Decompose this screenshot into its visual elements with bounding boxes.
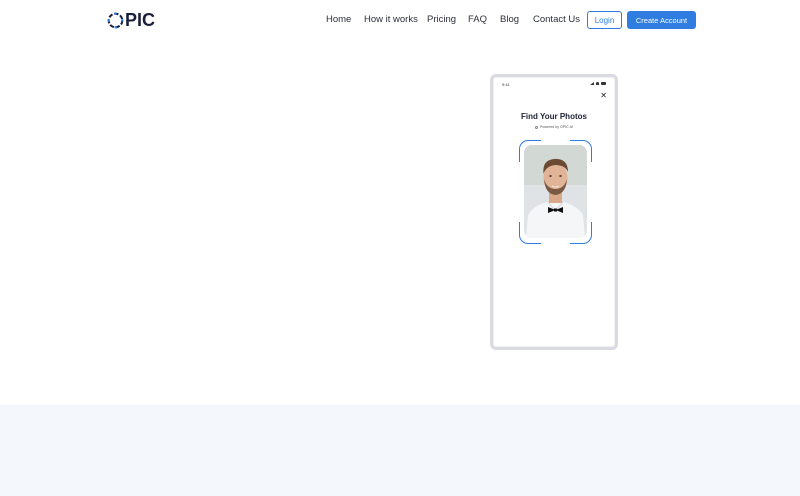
login-button[interactable]: Login: [587, 11, 622, 29]
nav-faq[interactable]: FAQ: [468, 14, 487, 25]
status-icons: [590, 82, 606, 85]
phone-screen: 9:41 ✕ Find Your Photos Powered by OPIC …: [493, 77, 615, 347]
wifi-icon: [596, 82, 599, 85]
status-time: 9:41: [502, 82, 510, 87]
nav-how-it-works[interactable]: How it works: [364, 14, 418, 25]
phone-subtitle-text: Powered by OPIC AI: [540, 125, 573, 129]
footer-band: [0, 405, 800, 496]
battery-icon: [601, 82, 606, 85]
phone-subtitle: Powered by OPIC AI: [494, 125, 614, 129]
face-scan-frame: [519, 140, 592, 244]
phone-mockup: 9:41 ✕ Find Your Photos Powered by OPIC …: [490, 74, 618, 350]
create-account-button[interactable]: Create Account: [627, 11, 696, 29]
logo-aperture-icon: [107, 12, 124, 28]
nav-contact-us[interactable]: Contact Us: [533, 14, 580, 25]
portrait-photo: [524, 145, 587, 238]
logo-text: PIC: [125, 9, 156, 30]
spinner-icon: [535, 125, 539, 129]
close-icon[interactable]: ✕: [600, 92, 607, 100]
nav-home[interactable]: Home: [326, 14, 351, 25]
logo[interactable]: PIC: [107, 11, 155, 29]
portrait-illustration: [524, 145, 587, 238]
signal-icon: [590, 82, 594, 85]
nav-blog[interactable]: Blog: [500, 14, 519, 25]
nav-pricing[interactable]: Pricing: [427, 14, 456, 25]
phone-title: Find Your Photos: [521, 112, 587, 121]
site-header: PIC Home How it works Pricing FAQ Blog C…: [0, 0, 800, 40]
